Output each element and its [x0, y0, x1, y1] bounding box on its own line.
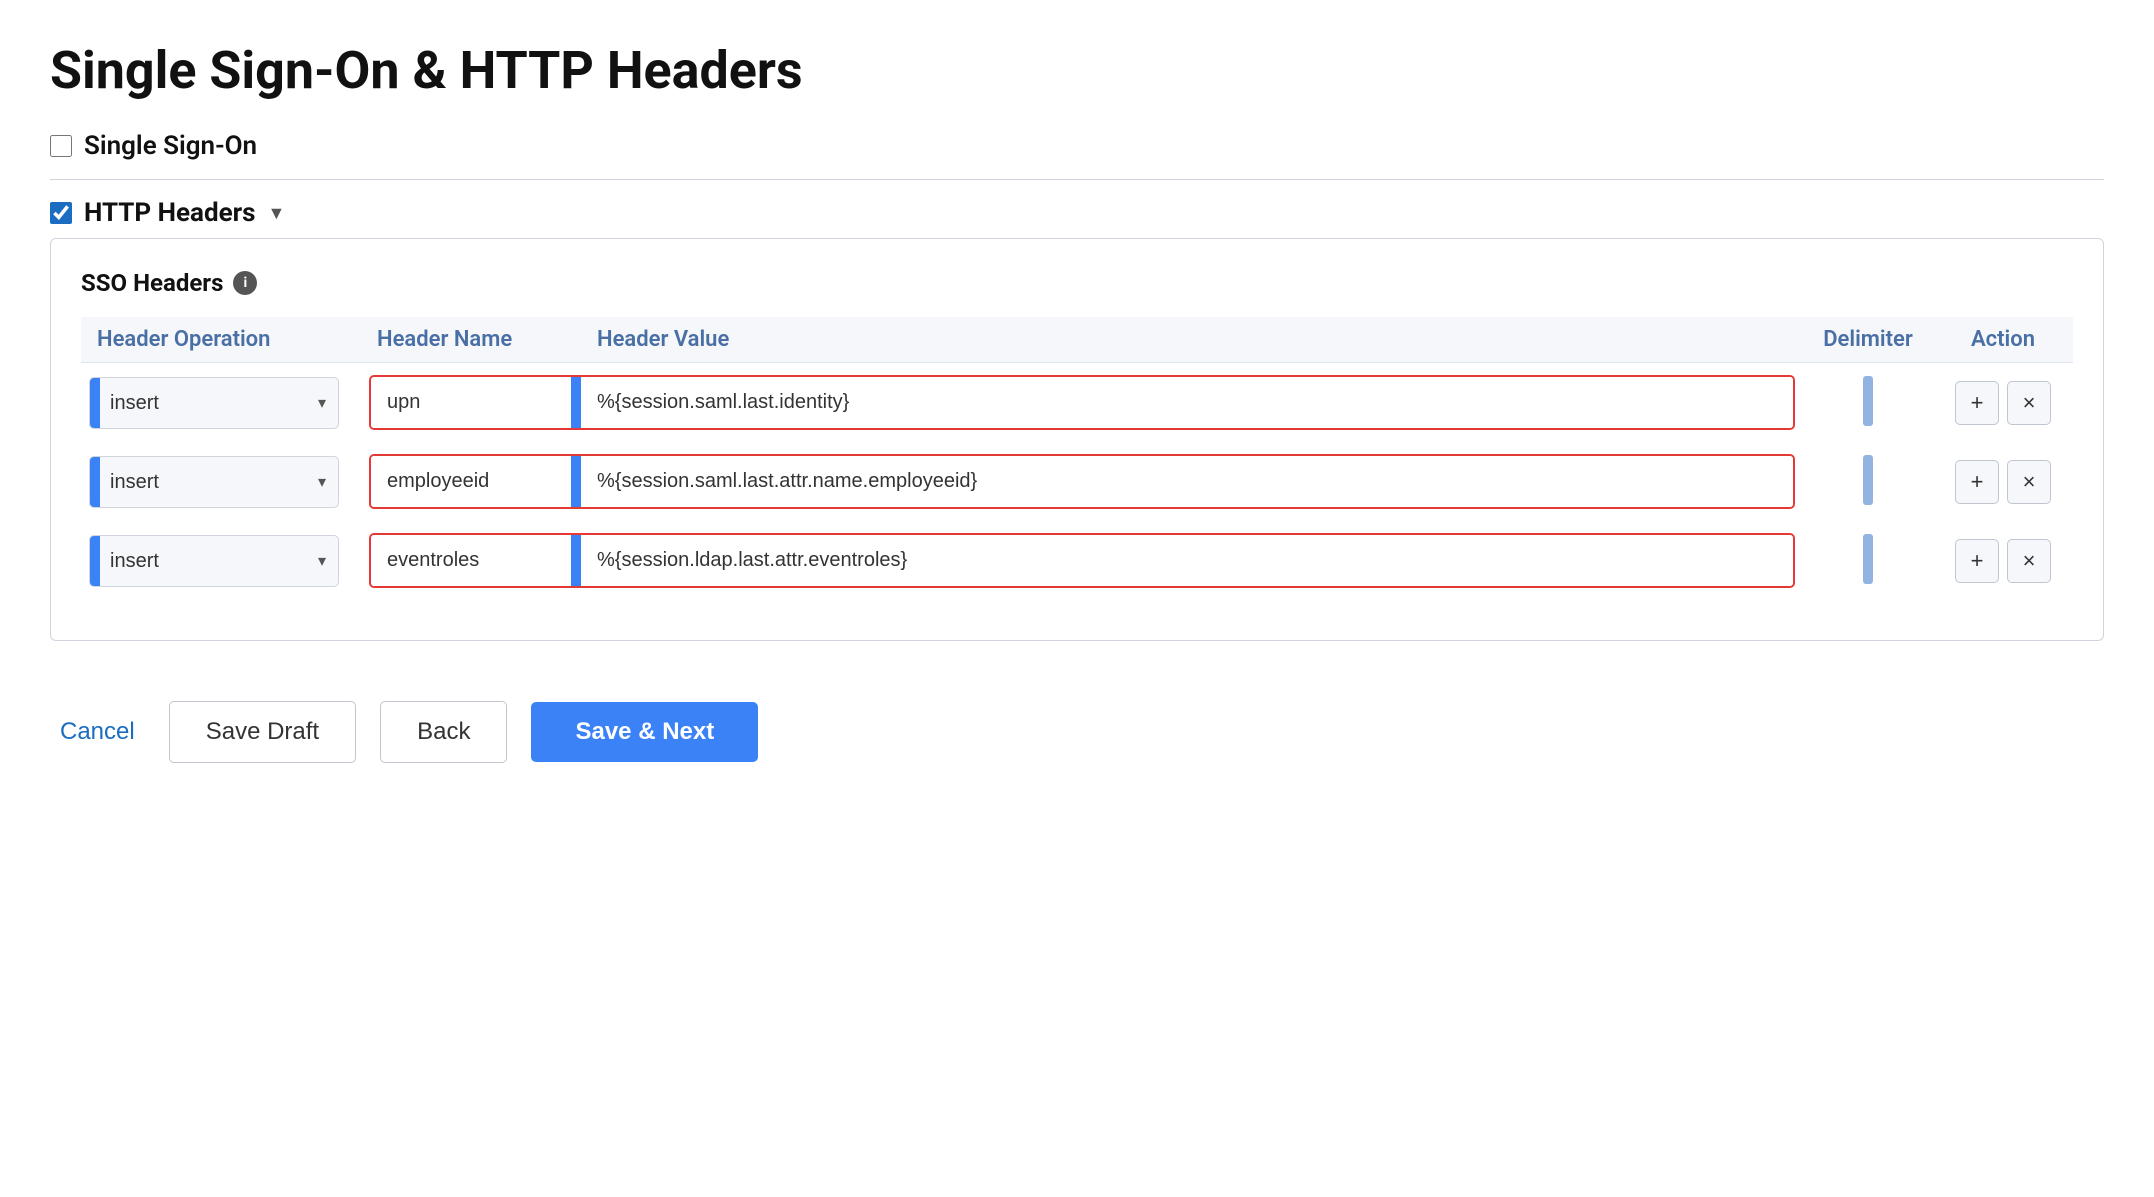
save-draft-button[interactable]: Save Draft	[169, 701, 356, 763]
action-buttons: + ×	[1941, 460, 2065, 504]
cancel-button[interactable]: Cancel	[50, 718, 145, 746]
col-header-name: Header Name	[361, 317, 581, 363]
http-headers-row: HTTP Headers ▼	[50, 198, 2104, 228]
row-fields	[369, 454, 1795, 509]
add-row-button[interactable]: +	[1955, 460, 1999, 504]
header-value-input[interactable]	[581, 535, 1793, 586]
delimiter-cell	[1803, 442, 1933, 521]
http-headers-checkbox[interactable]	[50, 202, 72, 224]
col-header-action: Action	[1933, 317, 2073, 363]
field-divider	[571, 535, 581, 586]
page-title: Single Sign-On & HTTP Headers	[50, 40, 2104, 101]
operation-select[interactable]: insertreplaceremove	[100, 457, 306, 507]
sso-label[interactable]: Single Sign-On	[84, 131, 257, 161]
sso-section: Single Sign-On	[50, 131, 2104, 161]
action-cell: + ×	[1933, 442, 2073, 521]
remove-row-button[interactable]: ×	[2007, 539, 2051, 583]
operation-select-wrapper: insertreplaceremove ▾	[89, 456, 339, 508]
select-blue-bar	[90, 378, 100, 428]
header-name-input[interactable]	[371, 535, 571, 586]
header-name-input[interactable]	[371, 377, 571, 428]
col-header-value: Header Value	[581, 317, 1803, 363]
delimiter-bar	[1863, 376, 1873, 426]
name-value-cell	[361, 521, 1803, 600]
action-buttons: + ×	[1941, 539, 2065, 583]
table-row: insertreplaceremove ▾ + ×	[81, 442, 2073, 521]
delimiter-bar	[1863, 455, 1873, 505]
sso-headers-label: SSO Headers	[81, 269, 223, 297]
info-icon[interactable]: i	[233, 271, 257, 295]
table-header: Header Operation Header Name Header Valu…	[81, 317, 2073, 363]
sso-headers-title: SSO Headers i	[81, 269, 2073, 297]
chevron-down-icon: ▾	[306, 393, 338, 412]
footer-buttons: Cancel Save Draft Back Save & Next	[50, 701, 2104, 763]
operation-select-wrapper: insertreplaceremove ▾	[89, 377, 339, 429]
delimiter-bar	[1863, 534, 1873, 584]
row-fields	[369, 375, 1795, 430]
remove-row-button[interactable]: ×	[2007, 381, 2051, 425]
action-buttons: + ×	[1941, 381, 2065, 425]
operation-select-wrapper: insertreplaceremove ▾	[89, 535, 339, 587]
add-row-button[interactable]: +	[1955, 381, 1999, 425]
operation-cell: insertreplaceremove ▾	[81, 442, 361, 521]
chevron-down-icon: ▾	[306, 472, 338, 491]
sso-headers-table: Header Operation Header Name Header Valu…	[81, 317, 2073, 600]
field-divider	[571, 456, 581, 507]
select-blue-bar	[90, 536, 100, 586]
action-cell: + ×	[1933, 363, 2073, 443]
header-value-input[interactable]	[581, 456, 1793, 507]
select-blue-bar	[90, 457, 100, 507]
http-headers-section: HTTP Headers ▼ SSO Headers i Header Oper…	[50, 198, 2104, 641]
delimiter-cell	[1803, 521, 1933, 600]
table-row: insertreplaceremove ▾ + ×	[81, 363, 2073, 443]
name-value-cell	[361, 363, 1803, 443]
chevron-down-icon: ▾	[306, 551, 338, 570]
operation-select[interactable]: insertreplaceremove	[100, 378, 306, 428]
operation-select[interactable]: insertreplaceremove	[100, 536, 306, 586]
col-header-operation: Header Operation	[81, 317, 361, 363]
table-row: insertreplaceremove ▾ + ×	[81, 521, 2073, 600]
header-value-input[interactable]	[581, 377, 1793, 428]
section-divider	[50, 179, 2104, 180]
row-fields	[369, 533, 1795, 588]
operation-cell: insertreplaceremove ▾	[81, 521, 361, 600]
remove-row-button[interactable]: ×	[2007, 460, 2051, 504]
sso-checkbox[interactable]	[50, 135, 72, 157]
action-cell: + ×	[1933, 521, 2073, 600]
add-row-button[interactable]: +	[1955, 539, 1999, 583]
back-button[interactable]: Back	[380, 701, 507, 763]
http-headers-dropdown-arrow[interactable]: ▼	[268, 203, 286, 224]
operation-cell: insertreplaceremove ▾	[81, 363, 361, 443]
field-divider	[571, 377, 581, 428]
table-body: insertreplaceremove ▾ + × insertreplacer…	[81, 363, 2073, 601]
header-name-input[interactable]	[371, 456, 571, 507]
delimiter-cell	[1803, 363, 1933, 443]
http-headers-label[interactable]: HTTP Headers	[84, 198, 256, 228]
http-box: SSO Headers i Header Operation Header Na…	[50, 238, 2104, 641]
save-next-button[interactable]: Save & Next	[531, 702, 758, 762]
name-value-cell	[361, 442, 1803, 521]
col-header-delimiter: Delimiter	[1803, 317, 1933, 363]
